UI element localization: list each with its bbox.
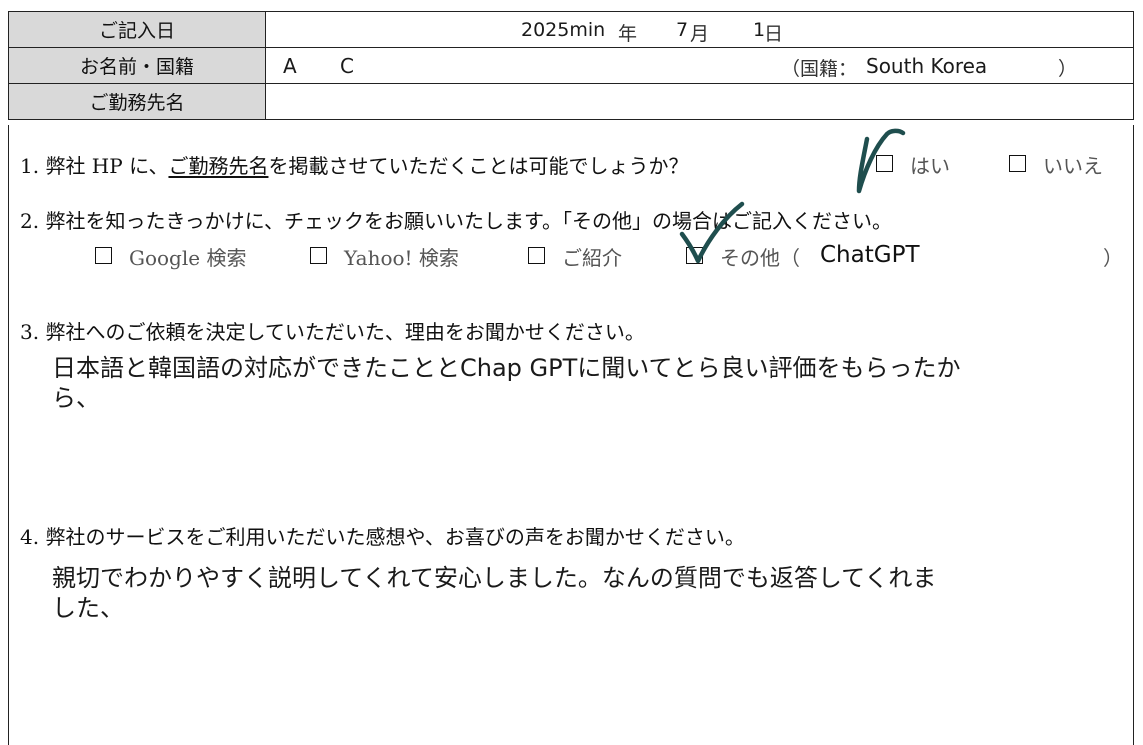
- q4-number: 4.: [20, 525, 40, 549]
- q2-google-label: Google 検索: [129, 246, 247, 270]
- date-field[interactable]: 2025min 年 7 月 1 日: [265, 11, 1134, 48]
- q2-text: 2. 弊社を知ったきっかけに、チェックをお願いいたします。「その他」の場合はご記…: [20, 205, 892, 234]
- q2-referral-label: ご紹介: [562, 246, 622, 270]
- name-first: A: [283, 54, 297, 78]
- q3-number: 3.: [20, 320, 40, 344]
- name-field[interactable]: A C （国籍： South Korea ）: [265, 47, 1134, 84]
- q4-answer-line2: した、: [52, 594, 124, 622]
- q4-answer-line1: 親切でわかりやすく説明してくれて安心しました。なんの質問でも返答してくれま: [52, 564, 937, 592]
- q4-answer[interactable]: 親切でわかりやすく説明してくれて安心しました。なんの質問でも返答してくれま した…: [52, 563, 1102, 623]
- q2-other-close: ）: [1103, 246, 1123, 270]
- q1-text: 1. 弊社 HP に、ご勤務先名を掲載させていただくことは可能でしょうか？: [20, 150, 688, 179]
- q2-referral-checkbox[interactable]: [528, 247, 545, 264]
- q3-answer[interactable]: 日本語と韓国語の対応ができたこととChap GPTに聞いてとら良い評価をもらった…: [52, 353, 1102, 413]
- survey-form: ご記入日 2025min 年 7 月 1 日 お名前・国籍 A C （国籍： S…: [0, 0, 1143, 745]
- q3-answer-line1: 日本語と韓国語の対応ができたこととChap GPTに聞いてとら良い評価をもらった…: [52, 354, 961, 382]
- date-day-unit: 日: [764, 23, 784, 45]
- q1-handwritten-check-icon: [856, 128, 906, 194]
- q1-text-a: 弊社 HP に、: [45, 154, 169, 178]
- q2-yahoo-checkbox[interactable]: [310, 247, 327, 264]
- nationality-value: South Korea: [866, 54, 988, 78]
- q4-text: 4. 弊社のサービスをご利用いただいた感想や、お喜びの声をお聞かせください。: [20, 521, 745, 550]
- company-field[interactable]: [265, 83, 1134, 120]
- company-row: ご勤務先名: [8, 83, 1134, 120]
- q3-answer-line2: ら、: [52, 384, 100, 412]
- name-last: C: [340, 54, 354, 78]
- header-table: ご記入日 2025min 年 7 月 1 日 お名前・国籍 A C （国籍： S…: [8, 11, 1134, 120]
- company-label: ご勤務先名: [8, 83, 266, 120]
- q1-text-b: を掲載させていただくことは可能でしょうか？: [268, 154, 689, 178]
- q1-underlined: ご勤務先名: [168, 154, 269, 178]
- date-month-unit: 月: [690, 23, 710, 45]
- nationality-label: （国籍：: [781, 58, 858, 80]
- q2-google-checkbox[interactable]: [95, 247, 112, 264]
- q3-question: 弊社へのご依頼を決定していただいた、理由をお聞かせください。: [45, 320, 645, 344]
- q2-handwritten-check-icon: [679, 201, 745, 264]
- q4-question: 弊社のサービスをご利用いただいた感想や、お喜びの声をお聞かせください。: [45, 525, 745, 549]
- nationality-close: ）: [1058, 58, 1078, 80]
- q2-number: 2.: [20, 209, 40, 233]
- date-year: 2025min: [521, 19, 606, 41]
- date-row: ご記入日 2025min 年 7 月 1 日: [8, 11, 1134, 48]
- q2-yahoo-label: Yahoo! 検索: [344, 246, 459, 270]
- q1-yes-label: はい: [910, 154, 950, 178]
- q1-number: 1.: [20, 154, 40, 178]
- q2-other-value[interactable]: ChatGPT: [820, 242, 920, 268]
- q3-text: 3. 弊社へのご依頼を決定していただいた、理由をお聞かせください。: [20, 316, 645, 345]
- q2-question: 弊社を知ったきっかけに、チェックをお願いいたします。「その他」の場合はご記入くだ…: [45, 209, 893, 233]
- name-row: お名前・国籍 A C （国籍： South Korea ）: [8, 47, 1134, 84]
- date-label: ご記入日: [8, 11, 266, 48]
- name-label: お名前・国籍: [8, 47, 266, 84]
- q1-no-label: いいえ: [1043, 154, 1103, 178]
- q1-no-checkbox[interactable]: [1009, 155, 1026, 172]
- date-month: 7: [676, 19, 689, 41]
- date-year-unit: 年: [618, 23, 638, 45]
